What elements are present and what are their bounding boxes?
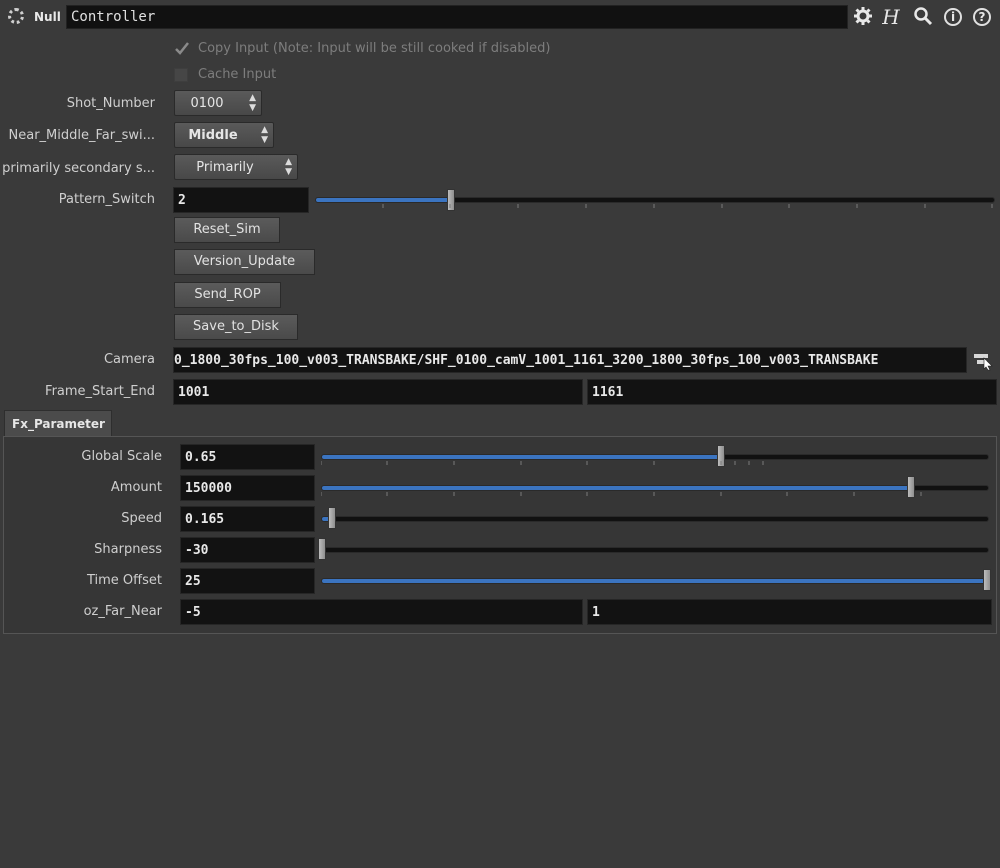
copy-input-label: Copy Input (Note: Input will be still co… [198,41,551,56]
tab-fx-parameter[interactable]: Fx_Parameter [4,410,112,437]
send-rop-button[interactable]: Send_ROP [174,282,281,308]
info-icon[interactable]: i [944,8,962,26]
global-scale-slider[interactable] [321,454,989,460]
slider-fill [322,486,912,490]
parameter-header: Null Controller H i ? [0,0,1000,34]
oz-far-input[interactable]: 1 [587,599,992,625]
frame-end-input[interactable]: 1161 [587,379,997,405]
null-node-icon[interactable] [8,8,24,24]
time-offset-input[interactable]: 25 [180,568,315,594]
camera-path-input[interactable]: 0_1800_30fps_100_v003_TRANSBAKE/SHF_0100… [173,347,967,373]
speed-handle[interactable] [328,507,336,529]
speed-slider[interactable] [321,516,989,522]
node-chooser-icon[interactable] [972,349,994,371]
search-icon[interactable] [912,6,934,28]
primarily-secondary-label: primarily secondary s... [2,161,155,176]
amount-input[interactable]: 150000 [180,475,315,501]
reset-sim-button[interactable]: Reset_Sim [174,217,280,243]
sharpness-slider[interactable] [321,547,989,553]
time-offset-handle[interactable] [983,569,991,591]
oz-far-near-label: oz_Far_Near [83,604,162,619]
speed-label: Speed [121,511,162,526]
primarily-secondary-menu[interactable]: Primarily ▲ ▼ [174,154,298,180]
node-type-label: Null [34,10,61,24]
version-update-button[interactable]: Version_Update [174,249,315,275]
pattern-switch-value: 2 [178,193,186,208]
near-middle-far-value: Middle [188,128,238,143]
shot-number-label: Shot_Number [66,96,155,111]
node-name-input[interactable]: Controller [66,5,848,29]
pattern-switch-input[interactable]: 2 [173,187,309,213]
pattern-switch-slider[interactable] [315,197,995,203]
camera-label: Camera [103,352,155,367]
frame-start-end-label: Frame_Start_End [45,384,155,399]
frame-start-input[interactable]: 1001 [173,379,583,405]
shot-number-menu[interactable]: 0100 ▲ ▼ [174,90,262,116]
sharpness-label: Sharpness [94,542,162,557]
updown-arrows-icon: ▲ ▼ [249,93,256,113]
cache-input-label: Cache Input [198,67,277,82]
pattern-switch-ticks [382,204,993,208]
frame-end-value: 1161 [592,385,624,400]
pattern-switch-label: Pattern_Switch [58,192,155,207]
global-scale-value: 0.65 [185,450,217,465]
slider-fill [316,198,452,202]
question-icon[interactable]: ? [973,8,991,26]
copy-input-checkbox[interactable] [174,41,190,57]
slider-fill [322,455,722,459]
updown-arrows-icon: ▲ ▼ [261,125,268,145]
time-offset-slider[interactable] [321,578,989,584]
speed-value: 0.165 [185,512,225,527]
speed-input[interactable]: 0.165 [180,506,315,532]
primarily-secondary-value: Primarily [196,160,254,175]
oz-far-value: 1 [592,605,600,620]
time-offset-label: Time Offset [86,573,162,588]
amount-slider[interactable] [321,485,989,491]
sharpness-input[interactable]: -30 [180,537,315,563]
cache-input-checkbox[interactable] [174,68,188,82]
frame-start-value: 1001 [178,385,210,400]
gear-icon[interactable] [852,6,874,28]
updown-arrows-icon: ▲ ▼ [285,157,292,177]
global-scale-label: Global Scale [81,449,162,464]
camera-path-value: 0_1800_30fps_100_v003_TRANSBAKE/SHF_0100… [174,353,879,368]
amount-ticks [321,492,922,496]
near-middle-far-menu[interactable]: Middle ▲ ▼ [174,122,274,148]
sharpness-value: -30 [185,543,209,558]
oz-near-input[interactable]: -5 [180,599,583,625]
oz-near-value: -5 [185,605,201,620]
amount-value: 150000 [185,481,232,496]
near-middle-far-label: Near_Middle_Far_swi... [8,128,156,143]
global-scale-input[interactable]: 0.65 [180,444,315,470]
time-offset-value: 25 [185,574,201,589]
sharpness-handle[interactable] [318,538,326,560]
save-to-disk-button[interactable]: Save_to_Disk [174,314,298,340]
help-h-icon[interactable]: H [880,6,902,28]
slider-fill [322,579,988,583]
shot-number-value: 0100 [190,96,224,111]
amount-label: Amount [110,480,162,495]
node-name-text: Controller [71,9,156,25]
global-scale-ticks [321,461,764,465]
